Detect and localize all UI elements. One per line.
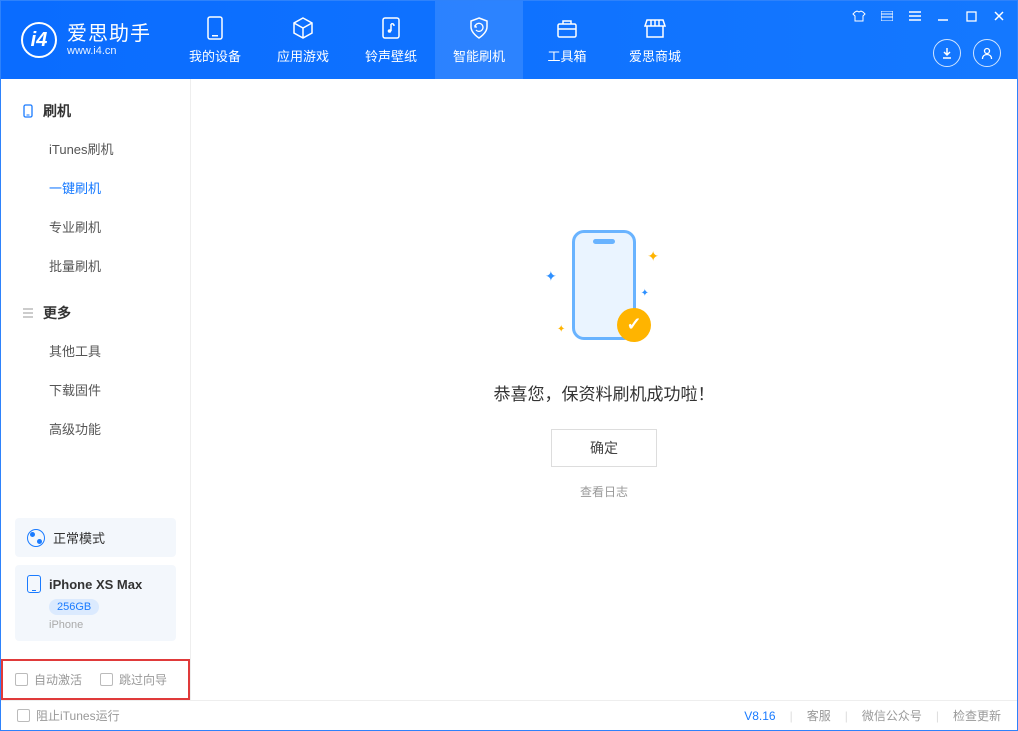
nav-toolbox[interactable]: 工具箱	[523, 1, 611, 79]
header-actions	[933, 39, 1001, 67]
nav-label: 爱思商城	[629, 46, 681, 65]
highlighted-options: 自动激活 跳过向导	[1, 659, 190, 700]
footer-link-wechat[interactable]: 微信公众号	[862, 707, 922, 724]
sidebar-item-download-firmware[interactable]: 下载固件	[1, 370, 190, 409]
nav-label: 智能刷机	[453, 46, 505, 65]
checkbox-icon	[17, 709, 30, 722]
nav-label: 我的设备	[189, 46, 241, 65]
sparkle-icon: ✦	[545, 268, 557, 285]
success-illustration: ✓ ✦ ✦ ✦ ✦	[529, 230, 679, 360]
device-storage-badge: 256GB	[49, 599, 99, 615]
checkbox-icon	[100, 673, 113, 686]
app-title: 爱思助手	[67, 23, 151, 45]
footer-link-support[interactable]: 客服	[807, 707, 831, 724]
music-file-icon	[379, 16, 403, 40]
main-content: ✓ ✦ ✦ ✦ ✦ 恭喜您，保资料刷机成功啦！ 确定 查看日志	[191, 79, 1017, 700]
list-icon-button[interactable]	[875, 5, 899, 27]
sidebar: 刷机 iTunes刷机 一键刷机 专业刷机 批量刷机 更多 其他工具 下载固件 …	[1, 79, 191, 700]
nav-label: 应用游戏	[277, 46, 329, 65]
normal-mode-icon	[27, 529, 45, 547]
version-label: V8.16	[744, 709, 775, 723]
logo-icon: i4	[21, 22, 57, 58]
minimize-button[interactable]	[931, 5, 955, 27]
checkbox-auto-activate[interactable]: 自动激活	[15, 671, 82, 688]
confirm-button[interactable]: 确定	[551, 429, 657, 467]
sparkle-icon: ✦	[557, 324, 565, 335]
app-header: i4 爱思助手 www.i4.cn 我的设备 应用游戏 铃声壁纸 智能刷机 工具…	[1, 1, 1017, 79]
mode-label: 正常模式	[53, 528, 105, 547]
sidebar-section-more: 更多	[1, 295, 190, 331]
sidebar-item-other-tools[interactable]: 其他工具	[1, 331, 190, 370]
nav-smart-flash[interactable]: 智能刷机	[435, 1, 523, 79]
device-name: iPhone XS Max	[49, 577, 142, 592]
sparkle-icon: ✦	[641, 288, 649, 299]
store-icon	[643, 16, 667, 40]
checkbox-icon	[15, 673, 28, 686]
sidebar-item-batch-flash[interactable]: 批量刷机	[1, 246, 190, 285]
sidebar-item-onekey-flash[interactable]: 一键刷机	[1, 168, 190, 207]
list-icon	[21, 306, 35, 320]
maximize-button[interactable]	[959, 5, 983, 27]
phone-icon	[21, 104, 35, 118]
nav-ringtones-wallpapers[interactable]: 铃声壁纸	[347, 1, 435, 79]
status-bar: 阻止iTunes运行 V8.16 | 客服 | 微信公众号 | 检查更新	[1, 700, 1017, 730]
logo: i4 爱思助手 www.i4.cn	[1, 1, 171, 79]
main-nav: 我的设备 应用游戏 铃声壁纸 智能刷机 工具箱 爱思商城	[171, 1, 699, 79]
close-button[interactable]	[987, 5, 1011, 27]
sidebar-item-advanced[interactable]: 高级功能	[1, 409, 190, 448]
sidebar-item-pro-flash[interactable]: 专业刷机	[1, 207, 190, 246]
download-button[interactable]	[933, 39, 961, 67]
cube-icon	[291, 16, 315, 40]
sidebar-item-itunes-flash[interactable]: iTunes刷机	[1, 129, 190, 168]
shirt-icon-button[interactable]	[847, 5, 871, 27]
success-message: 恭喜您，保资料刷机成功啦！	[494, 380, 715, 405]
user-button[interactable]	[973, 39, 1001, 67]
sidebar-section-flash: 刷机	[1, 93, 190, 129]
app-subtitle: www.i4.cn	[67, 45, 151, 57]
view-log-link[interactable]: 查看日志	[580, 483, 628, 500]
phone-icon	[203, 16, 227, 40]
checkbox-skip-guide[interactable]: 跳过向导	[100, 671, 167, 688]
window-controls	[847, 5, 1011, 27]
footer-link-update[interactable]: 检查更新	[953, 707, 1001, 724]
mode-panel[interactable]: 正常模式	[15, 518, 176, 557]
toolbox-icon	[555, 16, 579, 40]
nav-label: 铃声壁纸	[365, 46, 417, 65]
shield-refresh-icon	[467, 16, 491, 40]
device-panel[interactable]: iPhone XS Max 256GB iPhone	[15, 565, 176, 641]
nav-apps-games[interactable]: 应用游戏	[259, 1, 347, 79]
menu-icon-button[interactable]	[903, 5, 927, 27]
device-type: iPhone	[49, 619, 164, 631]
checkbox-block-itunes[interactable]: 阻止iTunes运行	[17, 707, 120, 724]
device-icon	[27, 575, 41, 593]
check-icon: ✓	[617, 308, 651, 342]
nav-store[interactable]: 爱思商城	[611, 1, 699, 79]
nav-my-device[interactable]: 我的设备	[171, 1, 259, 79]
sparkle-icon: ✦	[647, 248, 659, 265]
nav-label: 工具箱	[547, 46, 586, 65]
